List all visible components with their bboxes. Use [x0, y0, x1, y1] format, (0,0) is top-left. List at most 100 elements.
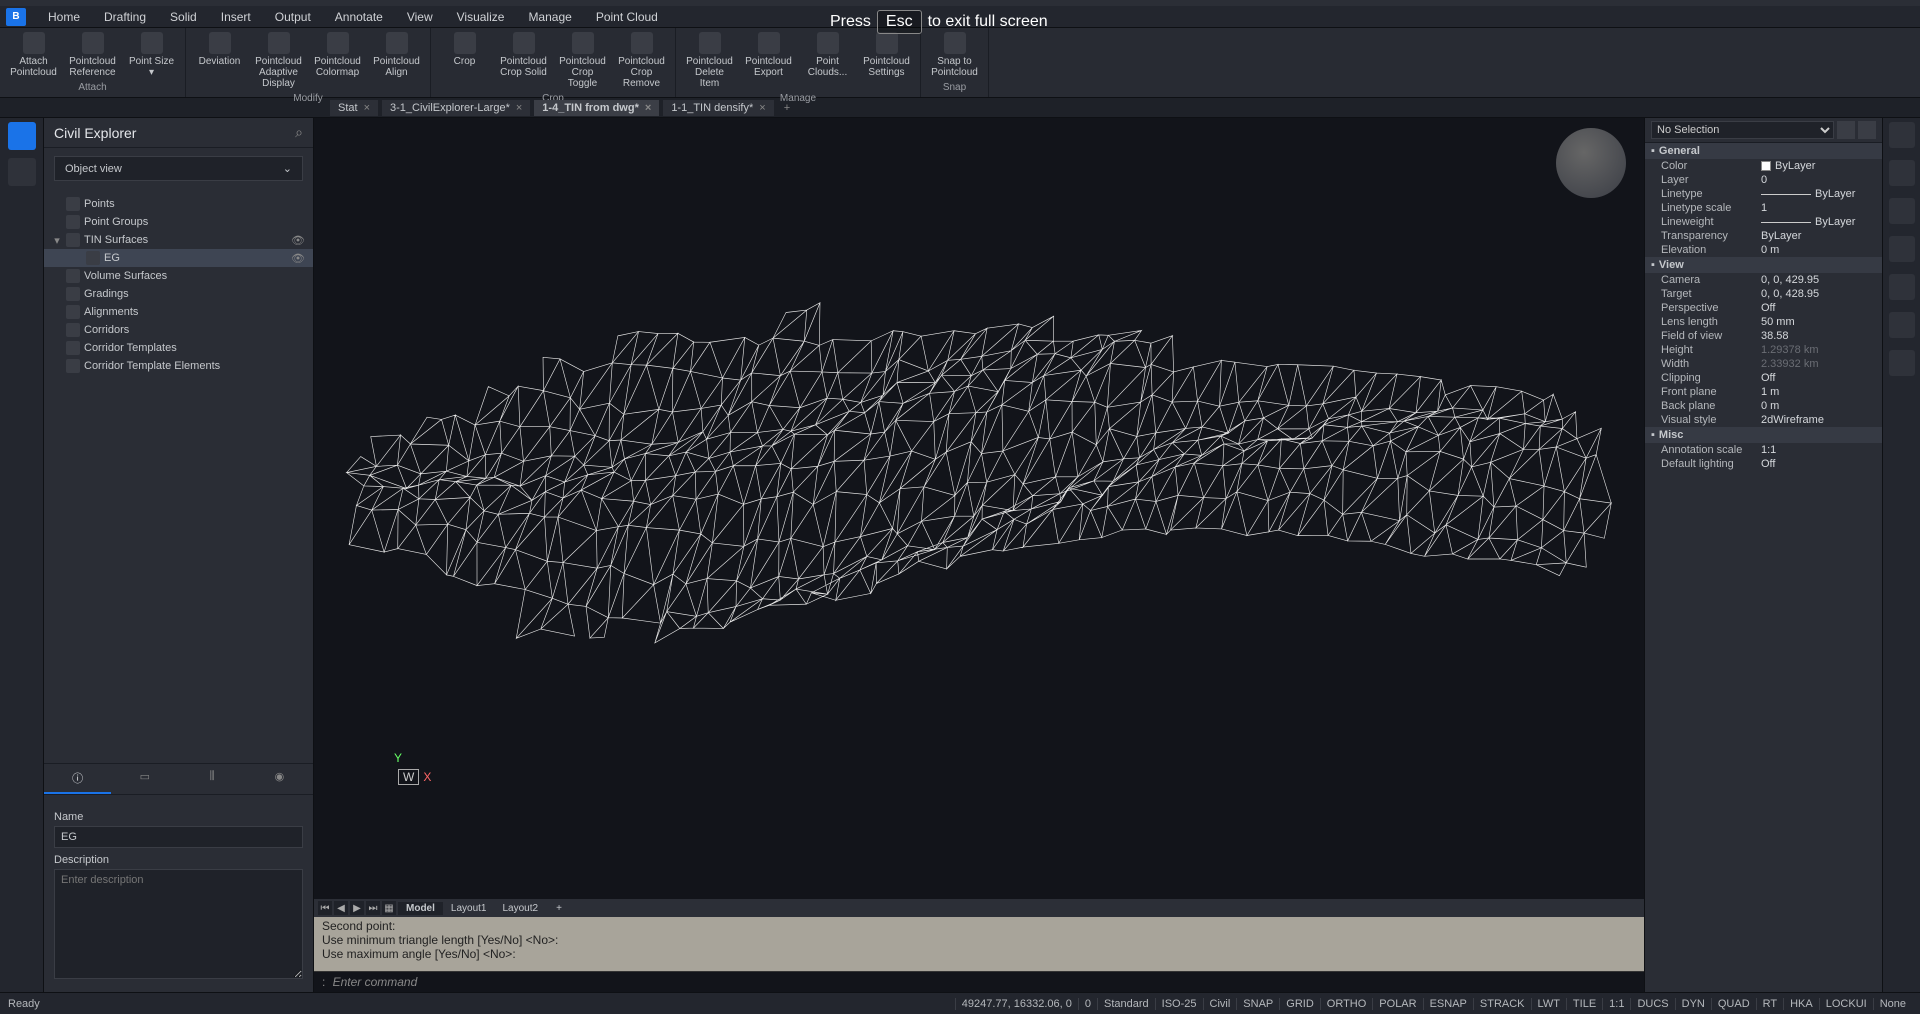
close-icon[interactable]: ×	[759, 102, 765, 114]
ribbon-tool-pointcloud-crop-remove[interactable]: Pointcloud Crop Remove	[614, 30, 669, 91]
menu-solid[interactable]: Solid	[158, 7, 209, 27]
menu-output[interactable]: Output	[263, 7, 323, 27]
layout-tab-model[interactable]: Model	[398, 902, 443, 915]
status-toggle-civil[interactable]: Civil	[1203, 998, 1237, 1010]
prop-row-linetype[interactable]: LinetypeByLayer	[1645, 187, 1882, 201]
prop-row-color[interactable]: ColorByLayer	[1645, 159, 1882, 173]
new-tab-button[interactable]: +	[778, 102, 796, 114]
selection-dropdown[interactable]: No Selection	[1651, 121, 1834, 139]
ribbon-tool-pointcloud-colormap[interactable]: Pointcloud Colormap	[310, 30, 365, 91]
app-icon[interactable]: B	[6, 8, 26, 26]
status-toggle-tile[interactable]: TILE	[1566, 998, 1602, 1010]
rail-civil-explorer[interactable]	[8, 122, 36, 150]
ribbon-tool-point-size-[interactable]: Point Size ▾	[124, 30, 179, 80]
doc-tab[interactable]: 1-1_TIN densify*×	[663, 100, 773, 116]
prop-row-field-of-view[interactable]: Field of view38.58	[1645, 329, 1882, 343]
rail-btn-2[interactable]	[8, 158, 36, 186]
tab-definitions[interactable]: ▭	[111, 764, 178, 794]
prop-row-perspective[interactable]: PerspectiveOff	[1645, 301, 1882, 315]
prop-row-elevation[interactable]: Elevation0 m	[1645, 243, 1882, 257]
name-field[interactable]	[54, 826, 303, 848]
prop-row-camera[interactable]: Camera0, 0, 429.95	[1645, 273, 1882, 287]
prop-section-view[interactable]: ▪View	[1645, 257, 1882, 273]
tree-item-corridors[interactable]: Corridors	[44, 321, 313, 339]
menu-insert[interactable]: Insert	[209, 7, 263, 27]
ribbon-tool-pointcloud-align[interactable]: Pointcloud Align	[369, 30, 424, 91]
layout-nav-next[interactable]: ▶	[350, 901, 364, 915]
status-toggle-dyn[interactable]: DYN	[1675, 998, 1711, 1010]
status-toggle-1-1[interactable]: 1:1	[1602, 998, 1630, 1010]
description-field[interactable]	[54, 869, 303, 979]
prop-row-lens-length[interactable]: Lens length50 mm	[1645, 315, 1882, 329]
ribbon-tool-snap-to-pointcloud[interactable]: Snap to Pointcloud	[927, 30, 982, 80]
status-toggle-grid[interactable]: GRID	[1279, 998, 1320, 1010]
prop-section-general[interactable]: ▪General	[1645, 143, 1882, 159]
prop-row-transparency[interactable]: TransparencyByLayer	[1645, 229, 1882, 243]
tab-info[interactable]: ⓘ	[44, 764, 111, 794]
ribbon-tool-pointcloud-reference[interactable]: Pointcloud Reference	[65, 30, 120, 80]
tree-item-corridor-templates[interactable]: Corridor Templates	[44, 339, 313, 357]
rail-layers-icon[interactable]	[1889, 160, 1915, 186]
status-toggle-ortho[interactable]: ORTHO	[1320, 998, 1373, 1010]
rail-structure-icon[interactable]	[1889, 198, 1915, 224]
prop-row-target[interactable]: Target0, 0, 428.95	[1645, 287, 1882, 301]
prop-row-layer[interactable]: Layer0	[1645, 173, 1882, 187]
ribbon-tool-pointcloud-adaptive-display[interactable]: Pointcloud Adaptive Display	[251, 30, 306, 91]
status-toggle-hka[interactable]: HKA	[1783, 998, 1819, 1010]
tree-item-gradings[interactable]: Gradings	[44, 285, 313, 303]
layout-nav-first[interactable]: ⏮	[318, 901, 332, 915]
expand-icon[interactable]: ▾	[52, 234, 62, 247]
status-toggle-lwt[interactable]: LWT	[1531, 998, 1566, 1010]
layout-nav-last[interactable]: ⏭	[366, 901, 380, 915]
close-icon[interactable]: ×	[364, 102, 370, 114]
close-icon[interactable]: ×	[645, 102, 651, 114]
menu-view[interactable]: View	[395, 7, 445, 27]
drawing-canvas[interactable]: Y WX	[314, 118, 1644, 899]
visibility-icon[interactable]: 👁	[291, 234, 305, 247]
status-toggle-quad[interactable]: QUAD	[1711, 998, 1756, 1010]
rail-properties-icon[interactable]	[1889, 122, 1915, 148]
ribbon-tool-pointcloud-delete-item[interactable]: Pointcloud Delete Item	[682, 30, 737, 91]
status-toggle-esnap[interactable]: ESNAP	[1423, 998, 1473, 1010]
prop-row-linetype-scale[interactable]: Linetype scale1	[1645, 201, 1882, 215]
tree-item-tin-surfaces[interactable]: ▾TIN Surfaces👁	[44, 231, 313, 249]
rail-cloud-icon[interactable]	[1889, 312, 1915, 338]
tree-item-eg[interactable]: EG👁	[44, 249, 313, 267]
layout-tab-layout2[interactable]: Layout2	[494, 902, 546, 915]
search-icon[interactable]: ⌕	[295, 124, 303, 141]
ribbon-tool-deviation[interactable]: Deviation	[192, 30, 247, 91]
status-toggle-lockui[interactable]: LOCKUI	[1819, 998, 1873, 1010]
layout-add[interactable]: +	[548, 902, 570, 915]
ribbon-tool-pointcloud-crop-solid[interactable]: Pointcloud Crop Solid	[496, 30, 551, 91]
ribbon-tool-attach-pointcloud[interactable]: Attach Pointcloud	[6, 30, 61, 80]
rail-attach-icon[interactable]	[1889, 236, 1915, 262]
menu-point-cloud[interactable]: Point Cloud	[584, 7, 670, 27]
view-cube[interactable]	[1556, 128, 1626, 198]
prop-section-misc[interactable]: ▪Misc	[1645, 427, 1882, 443]
tree-item-alignments[interactable]: Alignments	[44, 303, 313, 321]
prop-filter-icon[interactable]	[1837, 121, 1855, 139]
doc-tab[interactable]: 1-4_TIN from dwg*×	[534, 100, 659, 116]
status-toggle-none[interactable]: None	[1873, 998, 1912, 1010]
tab-statistics[interactable]: ⫼	[179, 764, 246, 794]
status-toggle-iso-25[interactable]: ISO-25	[1155, 998, 1203, 1010]
doc-tab[interactable]: Stat×	[330, 100, 378, 116]
tree-item-corridor-template-elements[interactable]: Corridor Template Elements	[44, 357, 313, 375]
status-toggle-standard[interactable]: Standard	[1097, 998, 1155, 1010]
ribbon-tool-pointcloud-export[interactable]: Pointcloud Export	[741, 30, 796, 91]
command-input[interactable]: : Enter command	[314, 971, 1644, 992]
prop-row-clipping[interactable]: ClippingOff	[1645, 371, 1882, 385]
menu-manage[interactable]: Manage	[516, 7, 583, 27]
layout-tab-layout1[interactable]: Layout1	[443, 902, 495, 915]
prop-row-back-plane[interactable]: Back plane0 m	[1645, 399, 1882, 413]
menu-home[interactable]: Home	[36, 7, 92, 27]
prop-row-default-lighting[interactable]: Default lightingOff	[1645, 457, 1882, 471]
status-toggle-0[interactable]: 0	[1078, 998, 1097, 1010]
tree-item-point-groups[interactable]: Point Groups	[44, 213, 313, 231]
rail-tips-icon[interactable]	[1889, 350, 1915, 376]
ribbon-tool-crop[interactable]: Crop	[437, 30, 492, 91]
status-toggle-strack[interactable]: STRACK	[1473, 998, 1531, 1010]
ribbon-tool-pointcloud-crop-toggle[interactable]: Pointcloud Crop Toggle	[555, 30, 610, 91]
status-toggle-ducs[interactable]: DUCS	[1630, 998, 1674, 1010]
prop-row-height[interactable]: Height1.29378 km	[1645, 343, 1882, 357]
